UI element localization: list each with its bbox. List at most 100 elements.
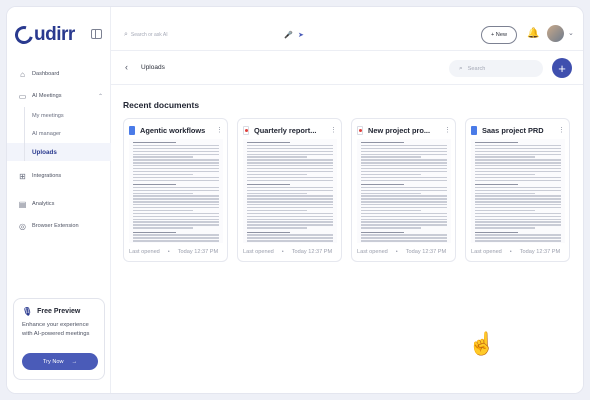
preview-text-line	[361, 204, 447, 206]
preview-text-line	[361, 227, 421, 229]
free-preview-card: 🎙 Free Preview Enhance your experience w…	[13, 298, 105, 380]
document-card[interactable]: Quarterly report... ⋮ Last opened • Toda…	[237, 118, 342, 262]
more-options-icon[interactable]: ⋮	[216, 126, 223, 134]
preview-text-line	[361, 142, 405, 144]
preview-text-line	[133, 231, 177, 233]
try-now-button[interactable]: Try Now →	[22, 353, 98, 370]
uploads-search-input[interactable]: ⌕ Search	[449, 60, 543, 77]
sidebar-subitem-ai-manager[interactable]: AI manager	[7, 125, 111, 143]
preview-text-line	[361, 183, 405, 186]
dot-separator: •	[395, 249, 398, 255]
document-card[interactable]: Agentic workflows ⋮ Last opened • Today …	[123, 118, 228, 262]
card-footer: Last opened • Today 12:37 PM	[357, 249, 446, 255]
search-icon: ⌕	[124, 31, 128, 38]
preview-text-line	[247, 195, 333, 197]
tree-line	[24, 107, 25, 125]
dot-separator: •	[167, 249, 170, 255]
preview-text-line	[475, 150, 561, 152]
preview-text-line	[247, 237, 333, 239]
preview-text-line	[361, 189, 447, 191]
top-bar: ⌕ Search or ask AI 🎤 ➤ + New 🔔 ⌄	[91, 7, 583, 51]
meetings-icon: ▭	[18, 91, 27, 101]
preview-text-line	[133, 195, 219, 197]
preview-text-line	[133, 186, 219, 189]
arrow-right-icon: →	[71, 358, 78, 365]
preview-text-line	[133, 192, 193, 194]
preview-text-line	[475, 147, 561, 150]
preview-text-line	[475, 179, 561, 181]
more-options-icon[interactable]: ⋮	[444, 126, 451, 134]
preview-text-line	[133, 212, 219, 215]
microphone-icon[interactable]: 🎤	[284, 31, 293, 39]
preview-text-line	[475, 156, 535, 158]
sidebar-toggle-icon[interactable]	[91, 29, 102, 39]
preview-text-line	[361, 192, 421, 194]
preview-text-line	[133, 224, 219, 226]
preview-text-line	[361, 237, 447, 239]
dot-separator: •	[281, 249, 284, 255]
preview-text-line	[247, 209, 307, 212]
tree-line	[24, 143, 25, 161]
preview-text-line	[247, 231, 291, 233]
chevron-up-icon: ⌃	[97, 93, 103, 100]
preview-text-line	[475, 227, 535, 229]
preview-text-line	[247, 150, 333, 152]
document-card[interactable]: New project pro... ⋮ Last opened • Today…	[351, 118, 456, 262]
preview-text-line	[247, 176, 333, 178]
sidebar-item-analytics[interactable]: ▤ Analytics	[7, 193, 111, 215]
preview-text-line	[247, 212, 333, 215]
add-document-button[interactable]: +	[552, 58, 572, 78]
avatar[interactable]	[547, 25, 564, 42]
preview-text-line	[475, 207, 561, 209]
document-card[interactable]: Saas project PRD ⋮ Last opened • Today 1…	[465, 118, 570, 262]
preview-text-line	[247, 168, 333, 170]
preview-text-line	[361, 153, 447, 155]
preview-text-line	[133, 150, 219, 152]
hand-pointer-icon: ☝	[468, 331, 496, 356]
pdf-icon	[357, 125, 363, 135]
preview-text-line	[361, 218, 447, 220]
sidebar-subitem-my-meetings[interactable]: My meetings	[7, 107, 111, 125]
promo-header: 🎙 Free Preview	[22, 307, 96, 316]
sidebar-item-browser-extension[interactable]: ◎ Browser Extension	[7, 215, 111, 237]
preview-text-line	[475, 231, 519, 233]
back-arrow-icon[interactable]: ‹	[125, 62, 128, 72]
preview-text-line	[475, 162, 561, 164]
logo-text: udirr	[34, 24, 75, 45]
sidebar-item-integrations[interactable]: ⊞ Integrations	[7, 165, 111, 187]
more-options-icon[interactable]: ⋮	[330, 126, 337, 134]
preview-text-line	[361, 234, 447, 236]
sidebar-subitem-uploads[interactable]: Uploads	[7, 143, 111, 161]
preview-text-line	[475, 144, 561, 147]
last-opened-time: Today 12:37 PM	[291, 249, 333, 255]
send-icon[interactable]: ➤	[298, 31, 304, 39]
last-opened-time: Today 12:37 PM	[405, 249, 447, 255]
sidebar-item-ai-meetings[interactable]: ▭ AI Meetings ⌃	[7, 85, 111, 107]
page-header: ‹ Uploads ⌕ Search +	[111, 51, 583, 85]
global-search-input[interactable]: Search or ask AI	[131, 32, 168, 38]
card-footer: Last opened • Today 12:37 PM	[243, 249, 332, 255]
preview-text-line	[475, 153, 561, 155]
bell-icon[interactable]: 🔔	[527, 28, 539, 39]
chevron-down-icon[interactable]: ⌄	[568, 29, 574, 37]
new-button[interactable]: + New	[481, 26, 517, 44]
preview-text-line	[361, 150, 447, 152]
preview-text-line	[247, 234, 333, 236]
global-search[interactable]: ⌕ Search or ask AI 🎤 ➤	[124, 27, 314, 43]
preview-text-line	[247, 165, 333, 167]
preview-text-line	[133, 198, 219, 200]
more-options-icon[interactable]: ⋮	[558, 126, 565, 134]
preview-text-line	[133, 162, 219, 164]
last-opened-time: Today 12:37 PM	[519, 249, 561, 255]
preview-text-line	[247, 215, 333, 217]
sidebar-subitem-label: My meetings	[32, 113, 64, 119]
preview-text-line	[247, 170, 333, 173]
sidebar-item-dashboard[interactable]: ⌂ Dashboard	[7, 63, 111, 85]
logo[interactable]: udirr	[11, 22, 75, 48]
document-preview	[471, 139, 565, 243]
preview-text-line	[361, 198, 447, 200]
preview-text-line	[361, 212, 447, 215]
preview-text-line	[133, 204, 219, 206]
preview-text-line	[475, 183, 519, 186]
google-doc-icon	[471, 125, 477, 135]
